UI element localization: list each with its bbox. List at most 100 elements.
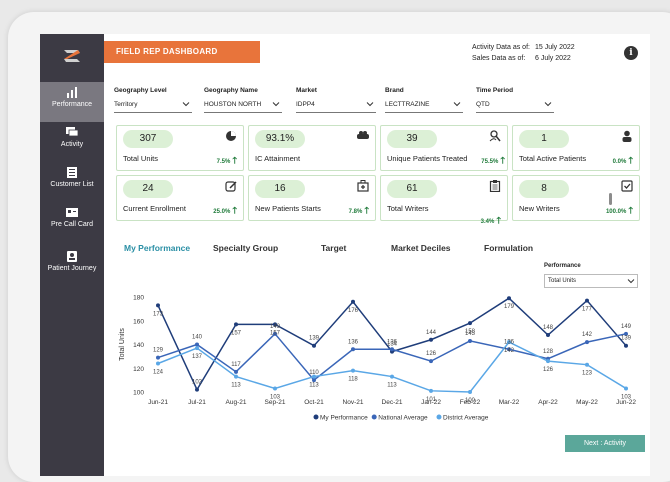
data-label: 179: [504, 304, 515, 310]
sidebar-item-label: Pre Call Card: [50, 221, 93, 228]
activity-date-value: 15 July 2022: [535, 44, 575, 51]
data-label: 136: [348, 339, 359, 345]
data-point: [351, 299, 355, 304]
person-icon: [622, 130, 632, 142]
data-label: 148: [543, 325, 554, 331]
x-tick-label: Dec-21: [382, 399, 403, 406]
geography-name-select[interactable]: HOUSTON NORTH: [204, 98, 282, 113]
sidebar-item-performance[interactable]: Performance: [40, 82, 104, 122]
next-activity-button[interactable]: Next : Activity: [565, 435, 645, 452]
kpi-change: 100.0% 🡑: [606, 203, 633, 219]
y-tick-label: 120: [133, 366, 144, 373]
tab-formulation[interactable]: Formulation: [484, 243, 533, 253]
data-label: 173: [153, 311, 164, 317]
legend-marker: [313, 414, 319, 420]
sales-date-value: 6 July 2022: [535, 55, 571, 62]
tab-specialty-group[interactable]: Specialty Group: [213, 243, 278, 253]
data-point: [234, 322, 238, 327]
bar-chart-icon: [67, 87, 77, 98]
data-point: [195, 387, 199, 392]
data-point: [351, 347, 355, 352]
data-label: 143: [465, 331, 476, 337]
performance-select[interactable]: Total Units: [544, 274, 638, 288]
y-tick-label: 160: [133, 318, 144, 325]
data-point: [468, 338, 472, 343]
time-period-select[interactable]: QTD: [476, 98, 554, 113]
kpi-change-value: 7.5%: [216, 159, 231, 165]
medical-bag-icon: [357, 180, 369, 192]
kpi-change: 3.4% 🡑: [481, 213, 501, 229]
kpi-card-total-writers[interactable]: 61 Total Writers 3.4% 🡑: [380, 175, 508, 225]
chat-icon: [66, 127, 78, 137]
sidebar-item-patient-journey[interactable]: Patient Journey: [40, 246, 104, 286]
data-point: [429, 359, 433, 364]
kpi-label: IC Attainment: [255, 154, 301, 163]
kpi-value: 16: [255, 180, 305, 198]
data-label: 103: [621, 394, 632, 400]
sidebar-item-activity[interactable]: Activity: [40, 122, 104, 162]
kpi-change-value: 100.0%: [605, 209, 627, 215]
kpi-label: Total Units: [123, 154, 159, 163]
data-label: 136: [387, 339, 398, 345]
data-point: [468, 321, 472, 326]
kpi-card-unique-patients[interactable]: 39 Unique Patients Treated 75.5% 🡑: [380, 125, 508, 171]
handshake-icon: [357, 131, 369, 139]
performance-line-chart: Total Units 100 120 140 160 180 Jun-21 Jul-21 Au…: [119, 295, 636, 422]
data-point: [234, 374, 238, 379]
market-select[interactable]: IDPP4: [296, 98, 376, 113]
data-point: [585, 362, 589, 367]
kpi-card-current-enrollment[interactable]: 24 Current Enrollment 25.0% 🡑: [116, 175, 244, 221]
data-point: [624, 343, 628, 348]
kpi-change-value: 3.4%: [480, 219, 495, 225]
info-icon[interactable]: i: [624, 46, 638, 60]
legend-label: District Average: [443, 415, 489, 422]
chevron-down-icon: [627, 279, 635, 284]
sidebar-item-customer-list[interactable]: Customer List: [40, 162, 104, 202]
kpi-change-value: 25.0%: [213, 209, 231, 215]
chevron-down-icon: [544, 102, 552, 107]
data-label: 126: [426, 351, 437, 357]
data-point: [585, 340, 589, 345]
filter-label-brand: Brand: [385, 87, 404, 94]
kpi-change-value: 75.5%: [481, 159, 499, 165]
geography-level-select[interactable]: Territory: [114, 98, 192, 113]
data-point: [546, 359, 550, 364]
sidebar-item-label: Activity: [60, 141, 84, 148]
kpi-card-active-patients[interactable]: 1 Total Active Patients 0.0% 🡑: [512, 125, 640, 171]
page-title: FIELD REP DASHBOARD: [104, 41, 260, 63]
arrow-up-icon: 🡑: [500, 155, 505, 165]
chevron-down-icon: [453, 102, 461, 107]
data-label: 123: [582, 371, 593, 377]
data-label: 144: [426, 330, 437, 336]
data-label: 142: [582, 332, 593, 338]
select-value: HOUSTON NORTH: [204, 101, 262, 108]
tab-market-deciles[interactable]: Market Deciles: [391, 243, 451, 253]
kpi-change: 7.8% 🡑: [349, 203, 369, 219]
performance-filter-label: Performance: [544, 263, 581, 269]
sidebar-item-pre-call-card[interactable]: Pre Call Card: [40, 202, 104, 242]
kpi-card-total-units[interactable]: 307 Total Units 7.5% 🡑: [116, 125, 244, 171]
data-point: [156, 355, 160, 360]
kpi-card-new-writers[interactable]: 8 New Writers 100.0% 🡑: [512, 175, 640, 221]
kpi-value: 93.1%: [255, 130, 305, 148]
kpi-change: 0.0% 🡑: [613, 153, 633, 169]
kpi-scrollbar[interactable]: [609, 193, 612, 205]
data-label: 101: [426, 397, 437, 403]
brand-select[interactable]: LECTTRAZINE: [385, 98, 463, 113]
data-point: [195, 342, 199, 347]
kpi-card-new-patients-starts[interactable]: 16 New Patients Starts 7.8% 🡑: [248, 175, 376, 221]
data-point: [156, 303, 160, 308]
data-label: 124: [153, 370, 164, 376]
legend-marker: [371, 414, 377, 420]
data-label: 117: [231, 362, 241, 368]
kpi-change: 75.5% 🡑: [481, 153, 505, 169]
kpi-label: New Writers: [519, 204, 560, 213]
arrow-up-icon: 🡑: [628, 205, 633, 215]
kpi-card-ic-attainment[interactable]: 93.1% IC Attainment: [248, 125, 376, 171]
kpi-label: Unique Patients Treated: [387, 154, 468, 163]
filter-label-geography-name: Geography Name: [204, 87, 258, 94]
tab-target[interactable]: Target: [321, 243, 346, 253]
data-point: [273, 386, 277, 391]
x-tick-label: Nov-21: [343, 399, 364, 406]
tab-my-performance[interactable]: My Performance: [124, 243, 190, 253]
